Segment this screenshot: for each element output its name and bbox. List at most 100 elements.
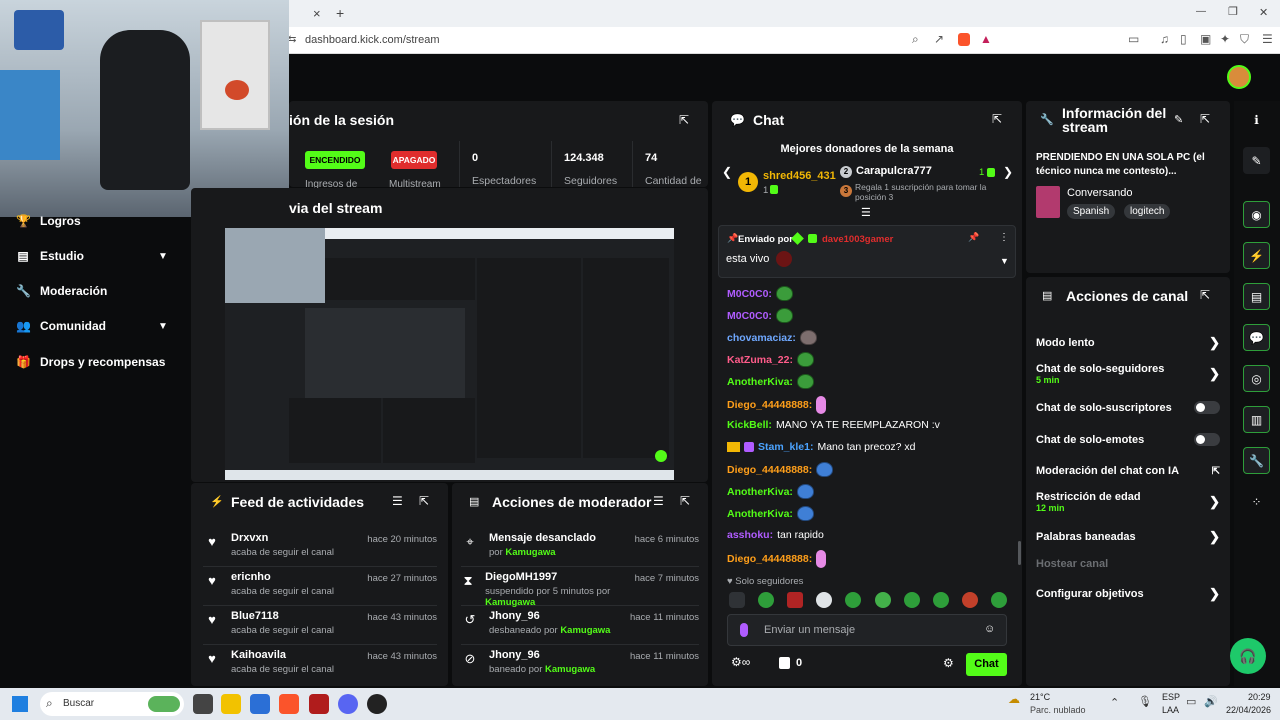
camera-icon[interactable]: ◉ xyxy=(1243,201,1270,228)
emote-8[interactable] xyxy=(961,592,978,608)
chat-message[interactable]: Diego_44448888: xyxy=(727,550,827,568)
site-info-icon[interactable]: ⇆ xyxy=(288,34,296,45)
feed-user[interactable]: ericnho xyxy=(231,571,334,583)
pinned-message[interactable]: 📌 Enviado por dave1003gamer 📌 ⋮ esta viv… xyxy=(718,225,1016,278)
settings-icon[interactable]: ⚙ xyxy=(943,656,954,670)
chat-user[interactable]: AnotherKiva: xyxy=(727,508,793,520)
tag[interactable]: logitech xyxy=(1124,204,1171,219)
new-tab-button[interactable]: + xyxy=(336,5,344,21)
close-window-button[interactable]: ✕ xyxy=(1259,6,1268,19)
reader-icon[interactable]: ▭ xyxy=(1128,32,1139,46)
obs-icon[interactable] xyxy=(367,694,387,714)
close-tab-icon[interactable]: × xyxy=(313,6,321,21)
menu-icon[interactable]: ☰ xyxy=(1262,32,1273,46)
sidebar-icon[interactable]: ▯ xyxy=(1180,32,1187,46)
emote-2[interactable] xyxy=(787,592,804,608)
avatar[interactable] xyxy=(1227,65,1251,89)
chat-message[interactable]: chovamaciaz: xyxy=(727,330,817,345)
lang-primary[interactable]: ESP xyxy=(1162,692,1180,702)
vpn-icon[interactable]: ⛉ xyxy=(1240,32,1249,47)
mod-target[interactable]: Jhony_96 xyxy=(489,610,610,622)
sidebar-item-logros[interactable]: 🏆 Logros xyxy=(16,214,81,228)
emote-1[interactable] xyxy=(758,592,775,608)
chat-message[interactable]: AnotherKiva: xyxy=(727,374,814,389)
chevron-left-icon[interactable]: ❮ xyxy=(722,165,732,179)
chat-message[interactable]: asshoku: tan rapido xyxy=(727,529,824,541)
chat-message[interactable]: KatZuma_22: xyxy=(727,352,814,367)
clock-time[interactable]: 20:29 xyxy=(1248,692,1271,702)
mod-target[interactable]: Jhony_96 xyxy=(489,649,595,661)
chat-user[interactable]: chovamaciaz: xyxy=(727,332,796,344)
infinity-icon[interactable]: ⚙∞ xyxy=(731,655,750,669)
netflix-icon[interactable] xyxy=(309,694,329,714)
goals-row[interactable]: Configurar objetivos ❯ xyxy=(1036,586,1220,602)
followers-only-row[interactable]: Chat de solo-seguidores 5 min ❯ xyxy=(1036,363,1220,385)
ai-icon[interactable]: ✦ xyxy=(1220,32,1230,46)
url-field[interactable]: dashboard.kick.com/stream xyxy=(305,34,440,46)
emote-3[interactable] xyxy=(816,592,833,608)
sidebar-item-drops[interactable]: 🎁 Drops y recompensas xyxy=(16,355,165,369)
emoji-icon[interactable]: ☺ xyxy=(984,623,995,635)
subs-only-toggle[interactable] xyxy=(1194,401,1220,414)
chat-scrollbar[interactable] xyxy=(1018,541,1021,565)
chevron-down-icon[interactable]: ▼ xyxy=(158,251,168,262)
expand-icon[interactable]: ⇱ xyxy=(992,112,1002,126)
chat-message[interactable]: Diego_44448888: xyxy=(727,396,827,414)
expand-icon[interactable]: ⇱ xyxy=(1200,112,1210,126)
slow-mode-row[interactable]: Modo lento ❯ xyxy=(1036,335,1220,351)
chat-user[interactable]: M0C0C0: xyxy=(727,310,772,322)
feed-user[interactable]: Drxvxn xyxy=(231,532,334,544)
share-icon[interactable]: ↗ xyxy=(934,32,944,46)
external-link-icon[interactable]: ⇱ xyxy=(1212,466,1220,477)
mic-icon[interactable] xyxy=(740,623,748,637)
send-chat-button[interactable]: Chat xyxy=(966,653,1007,676)
points-icon[interactable] xyxy=(779,657,790,669)
category-name[interactable]: Conversando xyxy=(1067,187,1132,199)
broadcast-icon[interactable]: ◎ xyxy=(1243,365,1270,392)
chevron-right-icon[interactable]: ❯ xyxy=(1209,529,1220,545)
donor-2-name[interactable]: Carapulcra777 xyxy=(856,165,932,177)
brave-rewards-icon[interactable]: ▲ xyxy=(980,32,992,46)
ai-moderation-row[interactable]: Moderación del chat con IA ⇱ xyxy=(1036,465,1220,477)
chevron-right-icon[interactable]: ❯ xyxy=(1209,335,1220,351)
category-thumbnail[interactable] xyxy=(1036,186,1060,218)
file-explorer-icon[interactable] xyxy=(221,694,241,714)
clock-date[interactable]: 22/04/2026 xyxy=(1226,705,1271,715)
info-icon[interactable]: ℹ xyxy=(1243,106,1270,133)
emote-5[interactable] xyxy=(874,592,891,608)
minimize-window-button[interactable]: — xyxy=(1196,6,1206,17)
chat-user[interactable]: Stam_kle1: xyxy=(758,441,813,453)
mod-target[interactable]: Mensaje desanclado xyxy=(489,532,596,544)
multistream-off-badge[interactable]: APAGADO xyxy=(391,151,437,169)
chevron-right-icon[interactable]: ❯ xyxy=(1003,165,1013,179)
donor-1-name[interactable]: shred456_431 xyxy=(763,170,836,182)
ingress-on-badge[interactable]: ENCENDIDO xyxy=(305,151,365,169)
chat-message[interactable]: AnotherKiva: xyxy=(727,506,814,521)
edit-icon[interactable]: ✎ xyxy=(1243,147,1270,174)
pin-toggle-icon[interactable]: 📌 xyxy=(968,232,979,243)
edit-icon[interactable]: ✎ xyxy=(1174,113,1183,126)
network-icon[interactable]: ▭ xyxy=(1186,695,1196,708)
volume-icon[interactable]: 🔊 xyxy=(1204,695,1218,708)
chat-message[interactable]: Diego_44448888: xyxy=(727,462,834,477)
age-restriction-row[interactable]: Restricción de edad 12 min ❯ xyxy=(1036,491,1220,513)
banned-words-row[interactable]: Palabras baneadas ❯ xyxy=(1036,529,1220,545)
wallet-icon[interactable]: ▣ xyxy=(1200,32,1211,46)
chat-message[interactable]: Stam_kle1: Mano tan precoz? xd xyxy=(727,441,916,453)
sidebar-item-moderacion[interactable]: 🔧 Moderación xyxy=(16,284,107,298)
emotes-only-row[interactable]: Chat de solo-emotes xyxy=(1036,433,1220,446)
brave-icon[interactable] xyxy=(279,694,299,714)
mod-user[interactable]: Kamugawa xyxy=(485,597,535,608)
chevron-down-icon[interactable]: ▼ xyxy=(158,321,168,332)
stream-video[interactable] xyxy=(225,228,674,480)
emote-4[interactable] xyxy=(845,592,862,608)
feed-user[interactable]: Kaihoavila xyxy=(231,649,334,661)
chat-message[interactable]: AnotherKiva: xyxy=(727,484,814,499)
chat-user[interactable]: Diego_44448888: xyxy=(727,553,812,565)
maximize-window-button[interactable]: ❐ xyxy=(1228,5,1238,18)
chat-user[interactable]: Diego_44448888: xyxy=(727,399,812,411)
expand-icon[interactable]: ⇱ xyxy=(419,494,429,508)
emote-6[interactable] xyxy=(903,592,920,608)
emote-7[interactable] xyxy=(932,592,949,608)
chat-message[interactable]: KickBell: MANO YA TE REEMPLAZARON :v xyxy=(727,419,940,431)
